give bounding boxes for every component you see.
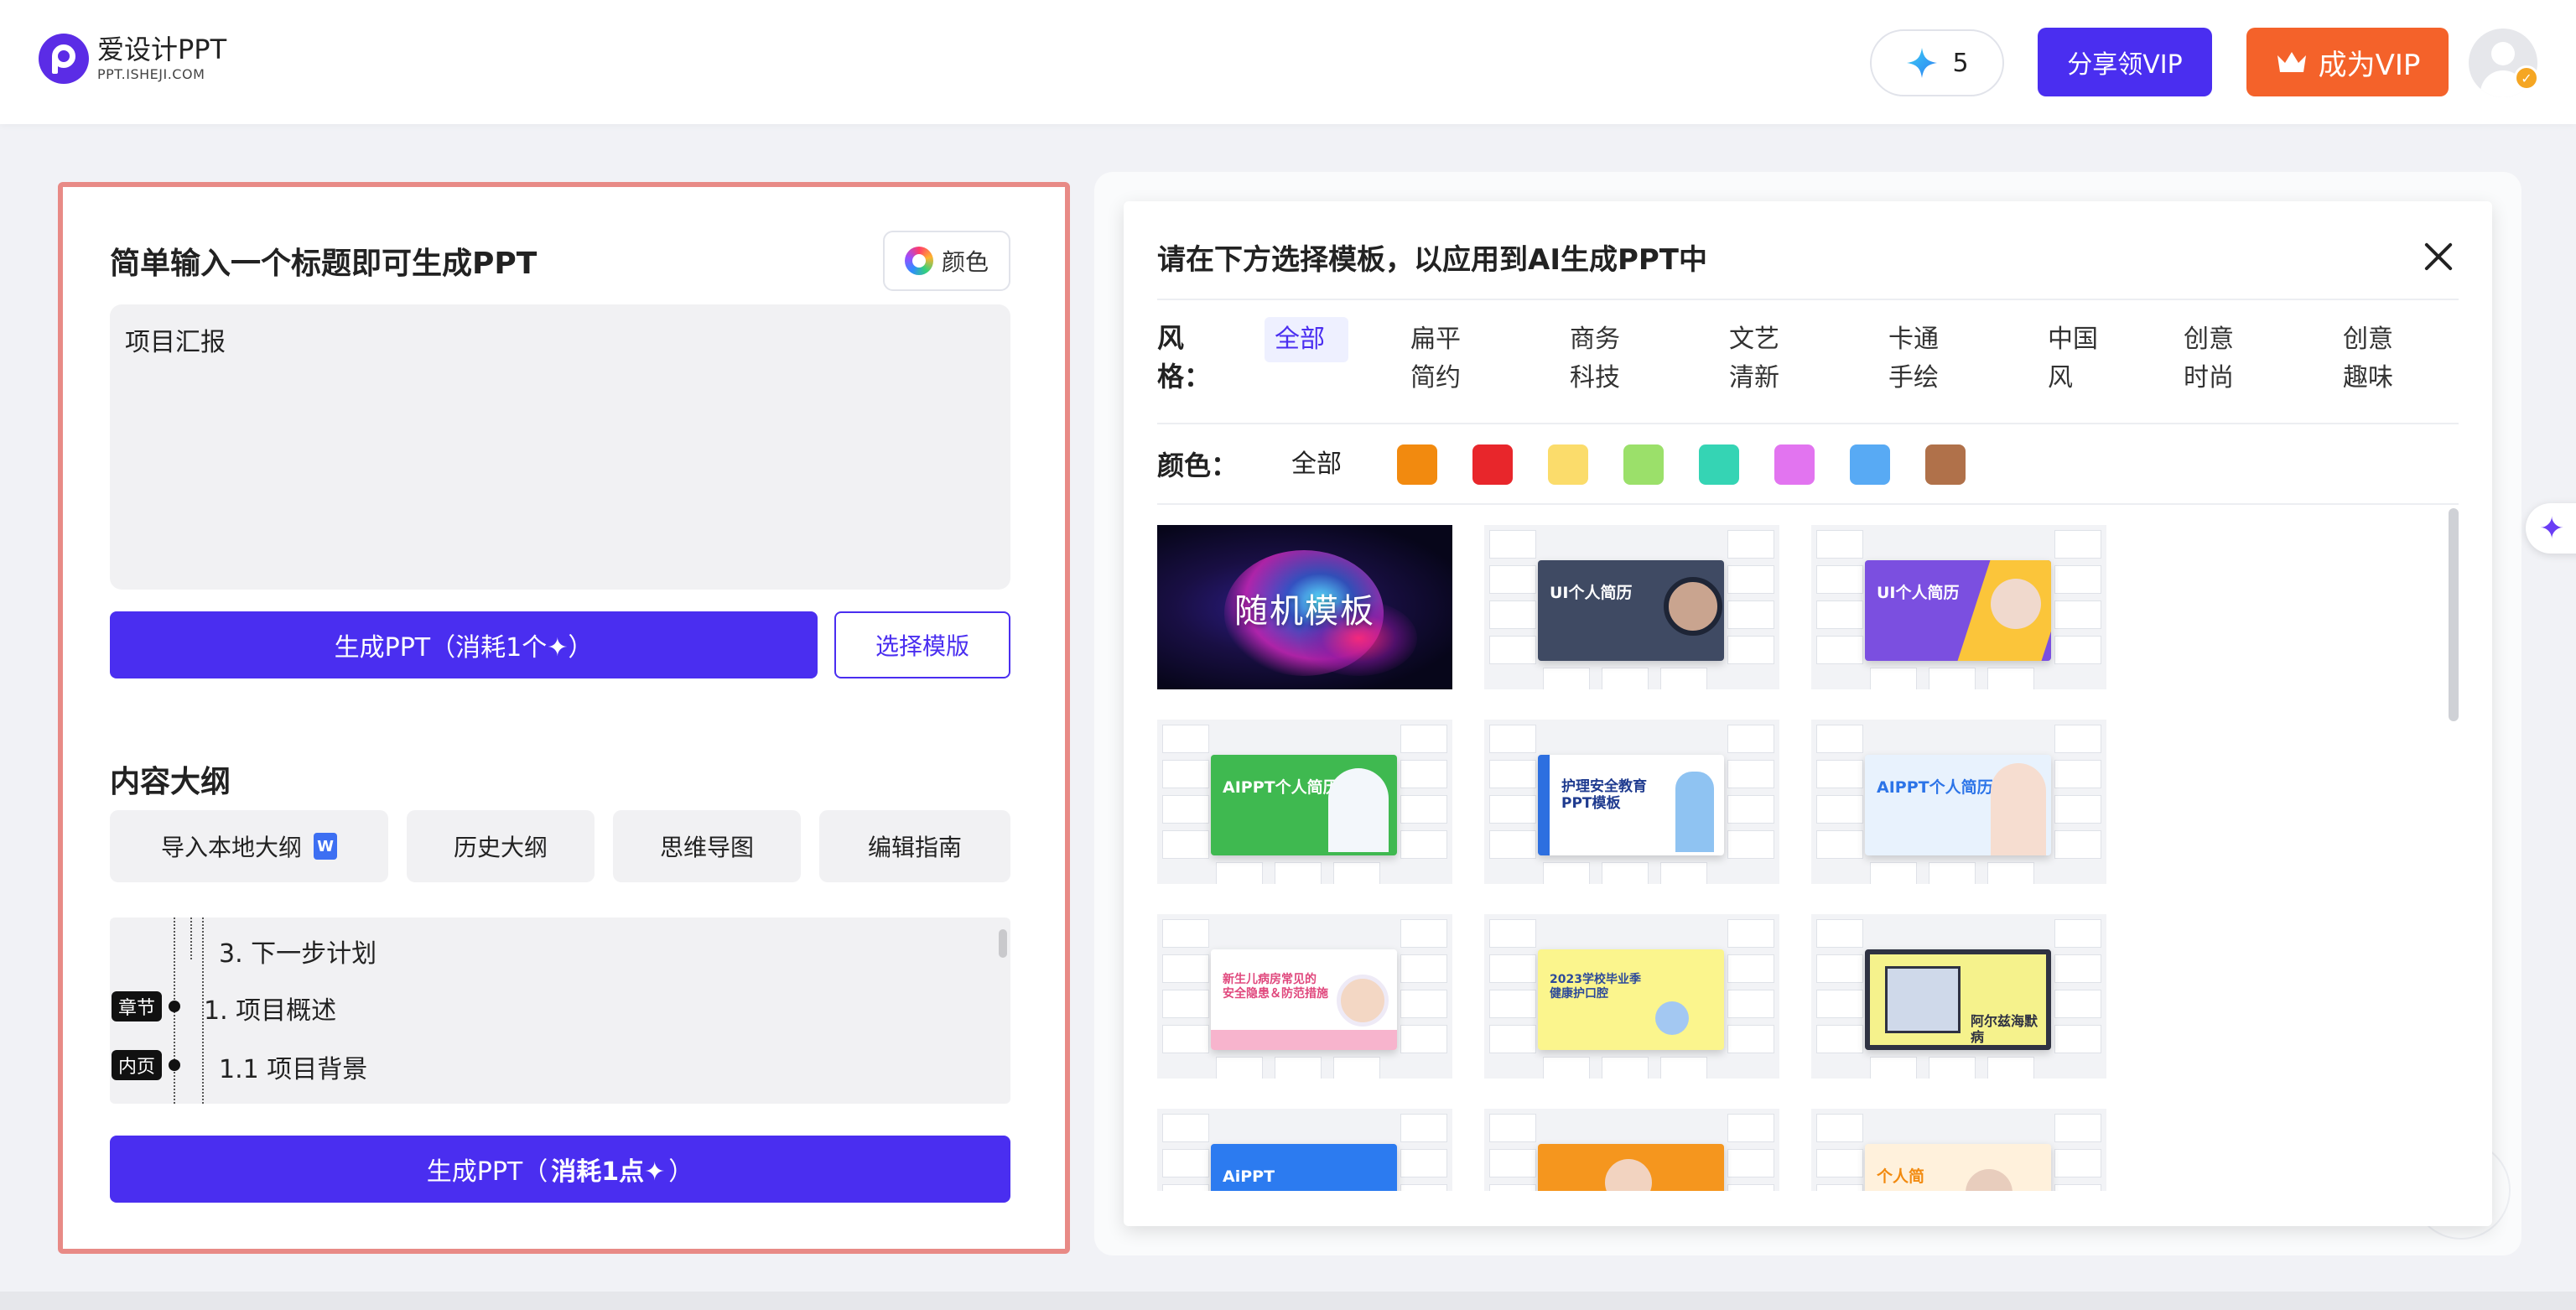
- template-title: 随机模板: [1234, 592, 1375, 631]
- crown-icon: [2277, 52, 2306, 72]
- style-label: 风格：: [1157, 322, 1212, 392]
- color-swatch[interactable]: [1925, 444, 1966, 485]
- template-title: UI个人简历: [1877, 584, 1960, 602]
- style-option-cartoon[interactable]: 卡通手绘: [1878, 317, 1962, 401]
- color-button-label: 颜色: [941, 248, 989, 276]
- generator-panel: 简单输入一个标题即可生成PPT 颜色 项目汇报 生成PPT（消耗1个✦） 选择模…: [58, 182, 1070, 1254]
- modal-title: 请在下方选择模板，以应用到AI生成PPT中: [1157, 243, 1707, 277]
- generate-ppt-button[interactable]: 生成PPT（消耗1个✦）: [110, 611, 818, 678]
- color-swatch[interactable]: [1850, 444, 1890, 485]
- tab-history-outline[interactable]: 历史大纲: [407, 810, 595, 882]
- template-card[interactable]: AIPPT个人简历: [1811, 720, 2106, 884]
- outline-editor[interactable]: 3. 下一步计划 章节 1. 项目概述 内页 1.1 项目背景: [110, 918, 1010, 1104]
- top-header: 爱设计PPT PPT.ISHEJI.COM 5 分享领VIP 成为VIP ✓: [0, 0, 2576, 124]
- chapter-tag: 章节: [112, 991, 163, 1021]
- template-grid: 随机模板 UI个人简历 UI个人简历 AIPPT个人简历 护理安全教育 PPT模…: [1157, 503, 2465, 1191]
- become-vip-button[interactable]: 成为VIP: [2246, 28, 2449, 96]
- template-title: 护理安全教育 PPT模板: [1561, 778, 1647, 813]
- outline-node-icon: [169, 1001, 180, 1012]
- color-swatch[interactable]: [1774, 444, 1815, 485]
- template-title: AIPPT个人简历: [1877, 778, 1993, 797]
- template-card[interactable]: 护理安全教育 PPT模板: [1484, 720, 1779, 884]
- color-swatch[interactable]: [1548, 444, 1588, 485]
- template-card[interactable]: 新生儿病房常见的 安全隐患＆防范措施: [1157, 914, 1452, 1079]
- style-option-chinese[interactable]: 中国风: [2038, 317, 2122, 401]
- template-card[interactable]: 2023学校毕业季 健康护口腔: [1484, 914, 1779, 1079]
- template-modal: 请在下方选择模板，以应用到AI生成PPT中 风格： 全部 扁平简约 商务科技 文…: [1124, 201, 2492, 1226]
- share-vip-button[interactable]: 分享领VIP: [2038, 28, 2212, 96]
- color-button[interactable]: 颜色: [883, 231, 1010, 291]
- logo-title: 爱设计PPT: [97, 34, 227, 65]
- template-card[interactable]: UI个人简历: [1811, 525, 2106, 689]
- tab-edit-guide[interactable]: 编辑指南: [819, 810, 1010, 882]
- logo-subtitle: PPT.ISHEJI.COM: [97, 66, 205, 82]
- template-title: UI个人简历: [1550, 584, 1633, 602]
- select-template-button[interactable]: 选择模版: [834, 611, 1010, 678]
- template-card[interactable]: 阿尔兹海默病: [1811, 914, 2106, 1079]
- style-option-flat[interactable]: 扁平简约: [1400, 317, 1484, 401]
- template-title: AIPPT个人简历: [1223, 778, 1339, 797]
- ai-assistant-sparkle-icon[interactable]: ✦: [2526, 503, 2576, 554]
- title-input[interactable]: 项目汇报: [110, 304, 1010, 590]
- close-icon[interactable]: [2422, 240, 2455, 273]
- credits-pill[interactable]: 5: [1870, 29, 2004, 96]
- color-swatch[interactable]: [1623, 444, 1664, 485]
- outline-item[interactable]: 1. 项目概述: [204, 990, 336, 1027]
- template-card[interactable]: 个人简: [1811, 1109, 2106, 1191]
- template-title: AiPPT: [1223, 1167, 1275, 1186]
- template-title: 新生儿病房常见的 安全隐患＆防范措施: [1223, 973, 1328, 1001]
- template-card[interactable]: AiPPT: [1157, 1109, 1452, 1191]
- template-title: 2023学校毕业季 健康护口腔: [1550, 973, 1641, 1001]
- color-swatch[interactable]: [1397, 444, 1437, 485]
- color-wheel-icon: [904, 247, 933, 275]
- color-option-all[interactable]: 全部: [1291, 446, 1342, 483]
- tab-mind-map[interactable]: 思维导图: [613, 810, 801, 882]
- template-card[interactable]: [1484, 1109, 1779, 1191]
- page-bottom-edge: [0, 1292, 2576, 1310]
- template-card[interactable]: UI个人简历: [1484, 525, 1779, 689]
- style-option-literary[interactable]: 文艺清新: [1719, 317, 1803, 401]
- tab-import-outline[interactable]: 导入本地大纲 W: [110, 810, 388, 882]
- outline-scrollbar[interactable]: [999, 929, 1007, 958]
- logo[interactable]: 爱设计PPT PPT.ISHEJI.COM: [39, 34, 226, 84]
- generate-ppt-bottom-button[interactable]: 生成PPT（ 消耗1点✦ ）: [110, 1136, 1010, 1203]
- color-swatch[interactable]: [1472, 444, 1513, 485]
- template-title: 阿尔兹海默病: [1971, 1013, 2038, 1046]
- logo-icon: [39, 34, 89, 84]
- style-option-all[interactable]: 全部: [1265, 317, 1348, 362]
- style-option-creative-fun[interactable]: 创意趣味: [2333, 317, 2417, 401]
- tab-import-outline-label: 导入本地大纲: [160, 834, 302, 861]
- outline-node-icon: [169, 1059, 180, 1071]
- template-title: 个人简: [1877, 1167, 1925, 1186]
- style-option-creative-fashion[interactable]: 创意时尚: [2174, 317, 2257, 401]
- generator-title: 简单输入一个标题即可生成PPT: [110, 247, 538, 281]
- outline-item[interactable]: 1.1 项目背景: [219, 1048, 367, 1085]
- color-swatch[interactable]: [1699, 444, 1739, 485]
- word-doc-icon: W: [314, 833, 337, 860]
- sparkle-icon: [1907, 48, 1938, 78]
- outline-title: 内容大纲: [110, 765, 231, 799]
- vip-badge-icon: ✓: [2514, 65, 2539, 91]
- color-label: 颜色：: [1157, 450, 1239, 481]
- page-tag: 内页: [112, 1050, 163, 1080]
- style-option-business[interactable]: 商务科技: [1560, 317, 1644, 401]
- template-card-random[interactable]: 随机模板: [1157, 525, 1452, 689]
- become-vip-label: 成为VIP: [2318, 48, 2421, 82]
- credits-count: 5: [1952, 48, 1969, 78]
- outline-item[interactable]: 3. 下一步计划: [219, 933, 377, 970]
- template-card[interactable]: AIPPT个人简历: [1157, 720, 1452, 884]
